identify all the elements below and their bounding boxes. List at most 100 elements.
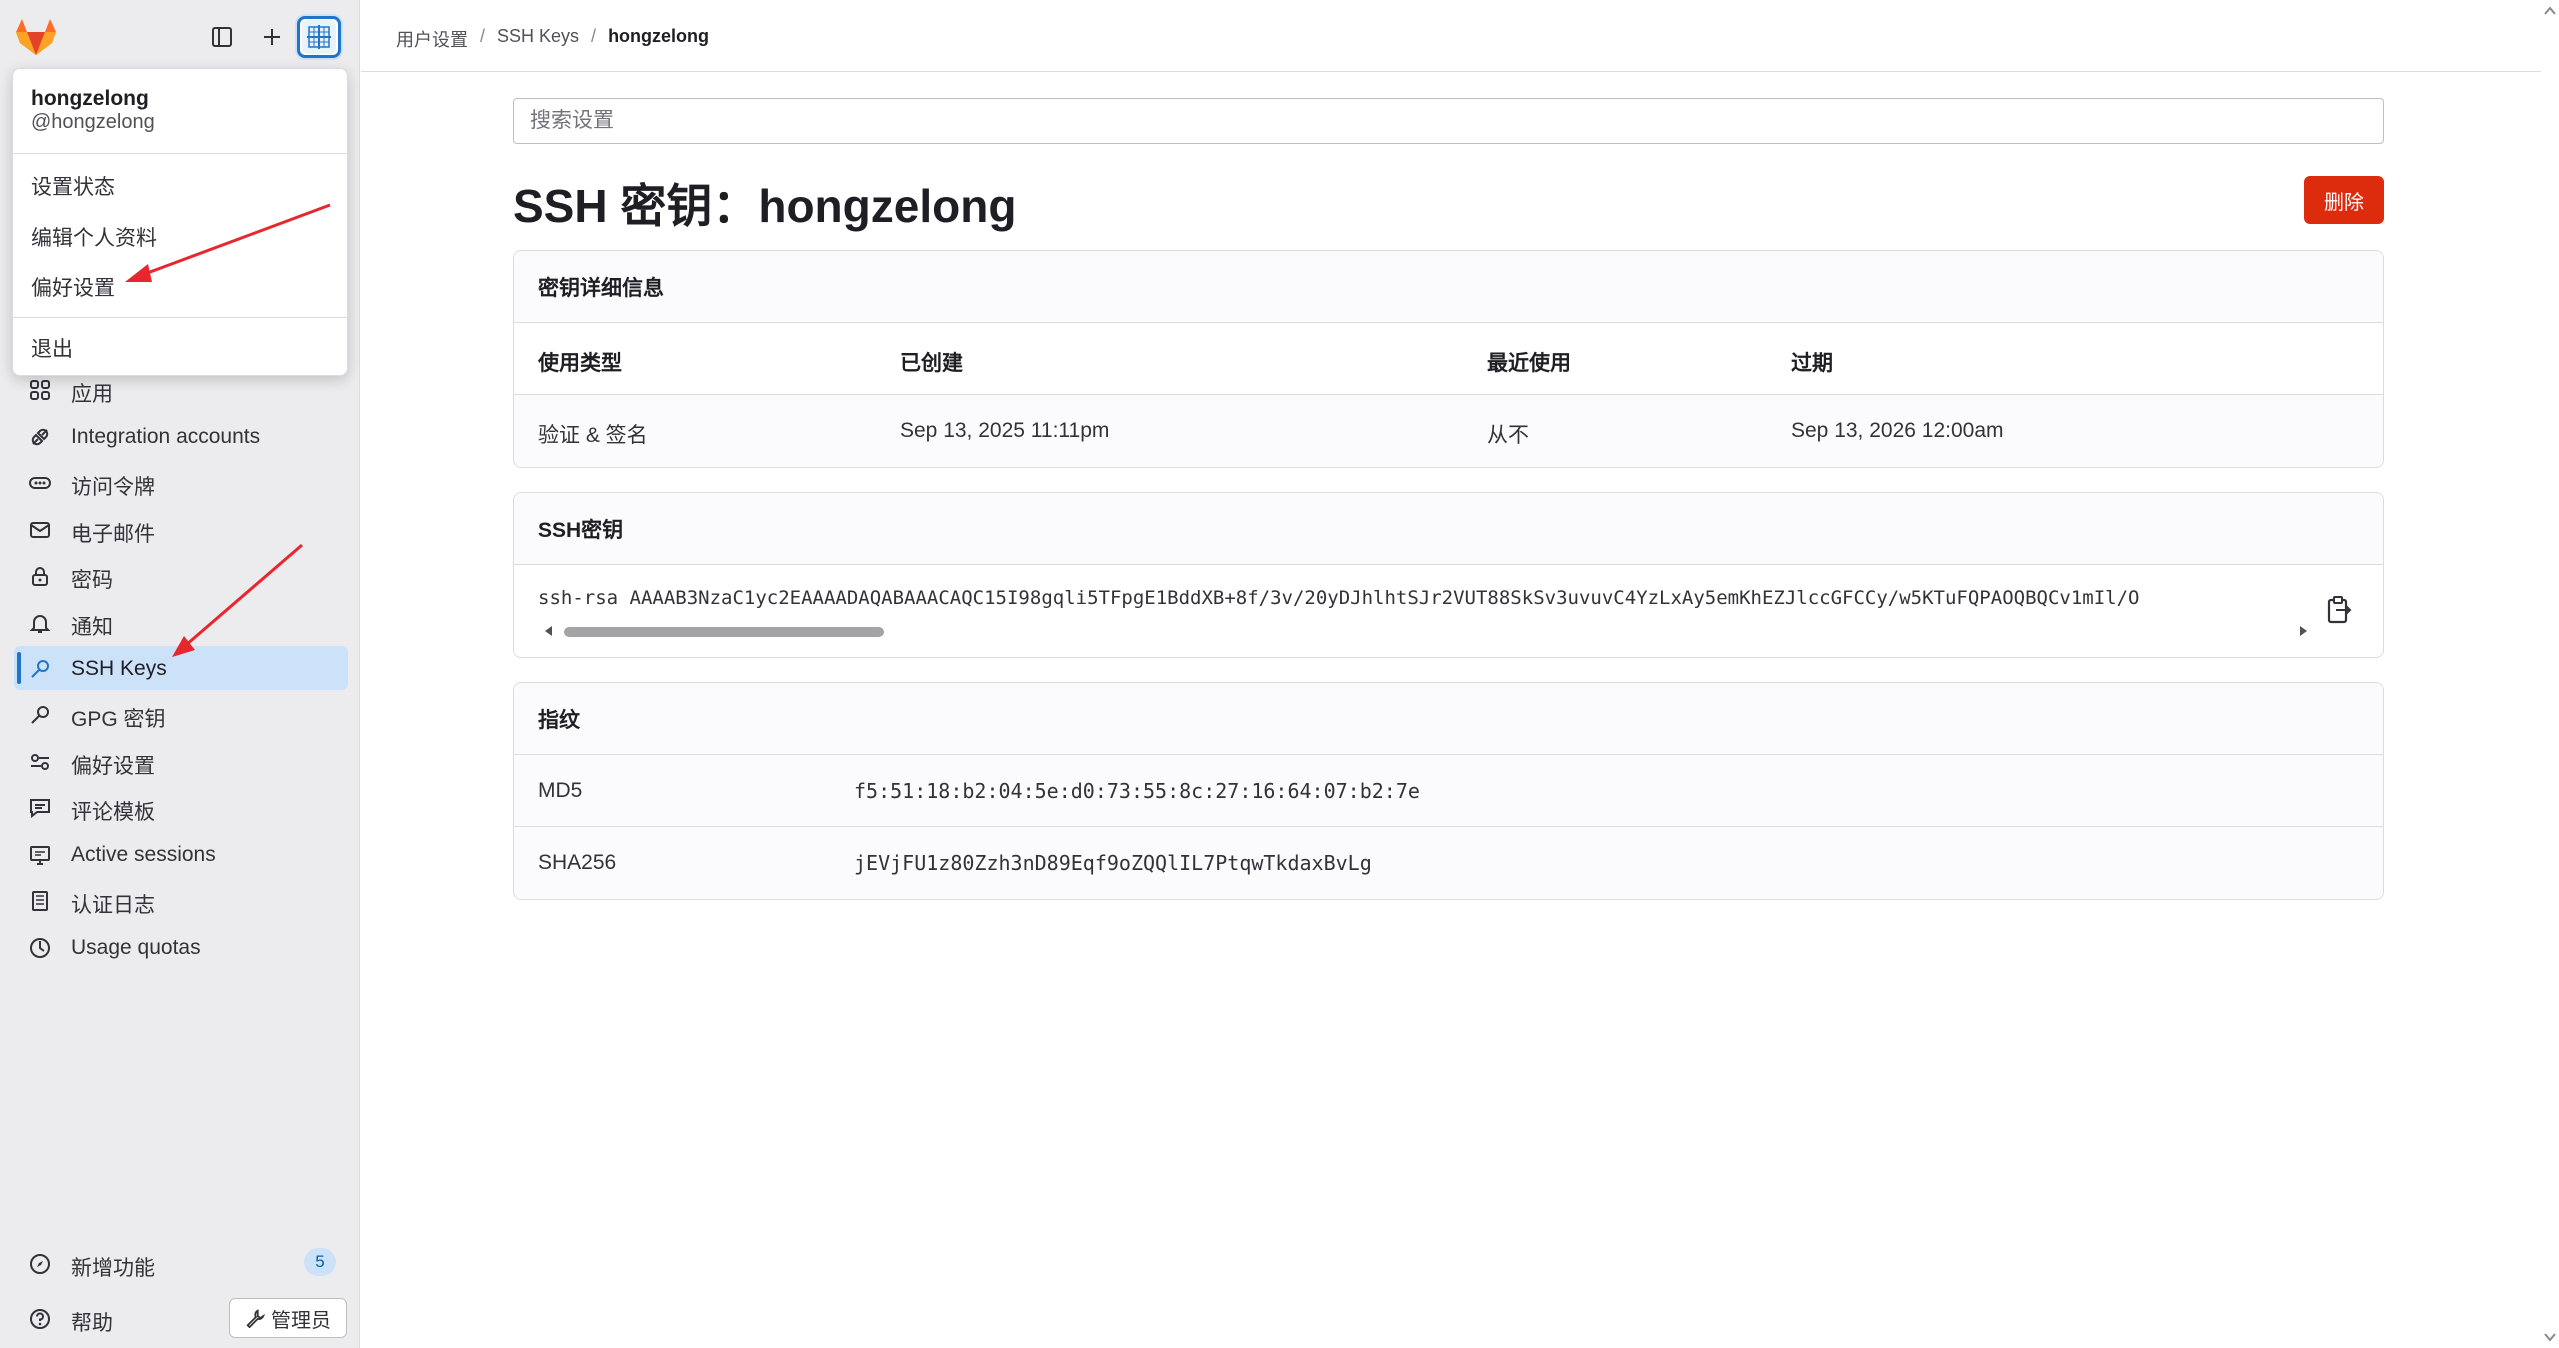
breadcrumb-ssh-keys[interactable]: SSH Keys: [497, 26, 579, 52]
wrench-icon: [246, 1309, 265, 1328]
sidebar-item-authentication-log[interactable]: 认证日志: [14, 878, 348, 922]
header-usage-type: 使用类型: [538, 352, 622, 375]
table-header-row: 使用类型 已创建 最近使用 过期: [514, 323, 2383, 395]
sidebar-item-emails[interactable]: 电子邮件: [14, 507, 348, 551]
top-bar: 用户设置 / SSH Keys / hongzelong: [361, 0, 2541, 72]
sidebar-item-integration-accounts[interactable]: Integration accounts: [14, 414, 348, 458]
annotation-arrows: [125, 203, 331, 657]
user-menu-dropdown: hongzelong @hongzelong 设置状态 编辑个人资料 偏好设置 …: [12, 68, 348, 376]
divider: [13, 153, 347, 154]
sidebar-item-label: 电子邮件: [71, 523, 155, 546]
token-icon: [28, 471, 52, 495]
table-row: MD5 f5:51:18:b2:04:5e:d0:73:55:8c:27:16:…: [514, 755, 2383, 827]
sidebar-item-usage-quotas[interactable]: Usage quotas: [14, 925, 348, 969]
edit-profile-item[interactable]: 编辑个人资料: [31, 222, 157, 252]
table-row: 验证 & 签名 Sep 13, 2025 11:11pm 从不 Sep 13, …: [514, 395, 2383, 467]
sidebar-item-label: 通知: [71, 616, 113, 639]
scroll-thumb[interactable]: [564, 627, 884, 637]
set-status-item[interactable]: 设置状态: [31, 171, 115, 201]
notifications-icon: [28, 611, 52, 635]
sidebar-item-label: 偏好设置: [71, 755, 155, 778]
usage-type-value: 验证 & 签名: [538, 424, 648, 447]
fingerprint-value: f5:51:18:b2:04:5e:d0:73:55:8c:27:16:64:0…: [854, 779, 1420, 803]
sidebar-item-access-tokens[interactable]: 访问令牌: [14, 460, 348, 504]
help-icon: [28, 1307, 52, 1331]
page-title: SSH 密钥：hongzelong: [513, 180, 1017, 232]
search-settings: [513, 98, 2384, 144]
admin-area-button[interactable]: 管理员: [229, 1298, 347, 1338]
card-title: 指纹: [514, 683, 2383, 755]
fingerprint-label: SHA256: [538, 851, 617, 874]
preferences-item[interactable]: 偏好设置: [31, 272, 115, 302]
sidebar-item-label: SSH Keys: [71, 657, 167, 680]
sidebar-item-label: Usage quotas: [71, 936, 201, 959]
sidebar-item-label: 认证日志: [71, 894, 155, 917]
sidebar-item-label: 评论模板: [71, 801, 155, 824]
sidebar-item-label: 访问令牌: [71, 476, 155, 499]
log-icon: [28, 889, 52, 913]
sign-out-item[interactable]: 退出: [31, 333, 73, 363]
mail-icon: [28, 518, 52, 542]
user-avatar-button[interactable]: [297, 16, 341, 58]
breadcrumb-current[interactable]: hongzelong: [608, 26, 709, 52]
breadcrumb-user-settings[interactable]: 用户设置: [396, 26, 468, 52]
help-label: 帮助: [71, 1312, 113, 1335]
scroll-down-icon[interactable]: [2541, 1328, 2559, 1346]
breadcrumb-separator: /: [480, 26, 486, 46]
create-new-button[interactable]: [250, 16, 294, 58]
help-button[interactable]: 帮助: [14, 1296, 214, 1340]
gitlab-logo-icon[interactable]: [16, 18, 56, 56]
user-menu-username: @hongzelong: [31, 111, 155, 133]
sidebar-item-label: 应用: [71, 383, 113, 406]
integrations-icon: [28, 425, 52, 449]
header-last-used: 最近使用: [1487, 352, 1571, 375]
ssh-key-card: SSH密钥 ssh-rsa AAAAB3NzaC1yc2EAAAADAQABAA…: [513, 492, 2384, 658]
user-menu-name: hongzelong: [31, 87, 149, 110]
expires-value: Sep 13, 2026 12:00am: [1791, 419, 2004, 442]
delete-button[interactable]: 删除: [2304, 176, 2384, 224]
horizontal-scrollbar[interactable]: [542, 623, 2310, 639]
search-input[interactable]: [514, 99, 2383, 143]
clipboard-icon: [2327, 596, 2352, 624]
sidebar-item-active-sessions[interactable]: Active sessions: [14, 832, 348, 876]
scroll-left-icon[interactable]: [542, 623, 556, 639]
sidebar-item-password[interactable]: 密码: [14, 553, 348, 597]
sidebar-item-gpg-keys[interactable]: GPG 密钥: [14, 692, 348, 736]
key-icon: [28, 703, 52, 727]
avatar: [302, 20, 336, 54]
preferences-icon: [28, 750, 52, 774]
header-expires: 过期: [1791, 352, 1833, 375]
sidebar-item-label: GPG 密钥: [71, 708, 166, 731]
created-value: Sep 13, 2025 11:11pm: [900, 419, 1110, 442]
scroll-right-icon[interactable]: [2296, 623, 2310, 639]
toggle-sidebar-button[interactable]: [200, 16, 244, 58]
whats-new-label: 新增功能: [71, 1257, 155, 1280]
sidebar-item-ssh-keys[interactable]: SSH Keys: [14, 646, 348, 690]
admin-label: 管理员: [271, 1309, 331, 1332]
ssh-key-row: ssh-rsa AAAAB3NzaC1yc2EAAAADAQABAAACAQC1…: [514, 565, 2383, 657]
quota-icon: [28, 936, 52, 960]
divider: [13, 317, 347, 318]
scroll-up-icon[interactable]: [2541, 2, 2559, 20]
whats-new-count-badge: 5: [304, 1248, 336, 1276]
card-title: SSH密钥: [514, 493, 2383, 565]
fingerprints-card: 指纹 MD5 f5:51:18:b2:04:5e:d0:73:55:8c:27:…: [513, 682, 2384, 900]
breadcrumb: 用户设置 / SSH Keys / hongzelong: [396, 26, 709, 52]
last-used-value: 从不: [1487, 424, 1529, 447]
compass-icon: [28, 1252, 52, 1276]
key-icon: [28, 657, 52, 681]
sidebar-item-comment-templates[interactable]: 评论模板: [14, 785, 348, 829]
whats-new-button[interactable]: 新增功能: [14, 1241, 348, 1285]
plus-icon: [264, 29, 280, 45]
applications-icon: [28, 378, 52, 402]
page-scrollbar[interactable]: [2541, 0, 2559, 1348]
monitor-icon: [28, 843, 52, 867]
sidebar-item-label: Active sessions: [71, 843, 216, 866]
copy-button[interactable]: [2326, 595, 2354, 627]
sidebar-item-notifications[interactable]: 通知: [14, 600, 348, 644]
table-row: SHA256 jEVjFU1z80Zzh3nD89Eqf9oZQQlIL7Ptq…: [514, 827, 2383, 899]
key-details-card: 密钥详细信息 使用类型 已创建 最近使用 过期 验证 & 签名 Sep 13, …: [513, 250, 2384, 468]
sidebar-top: [0, 0, 360, 70]
sidebar-item-preferences[interactable]: 偏好设置: [14, 739, 348, 783]
comment-template-icon: [28, 796, 52, 820]
